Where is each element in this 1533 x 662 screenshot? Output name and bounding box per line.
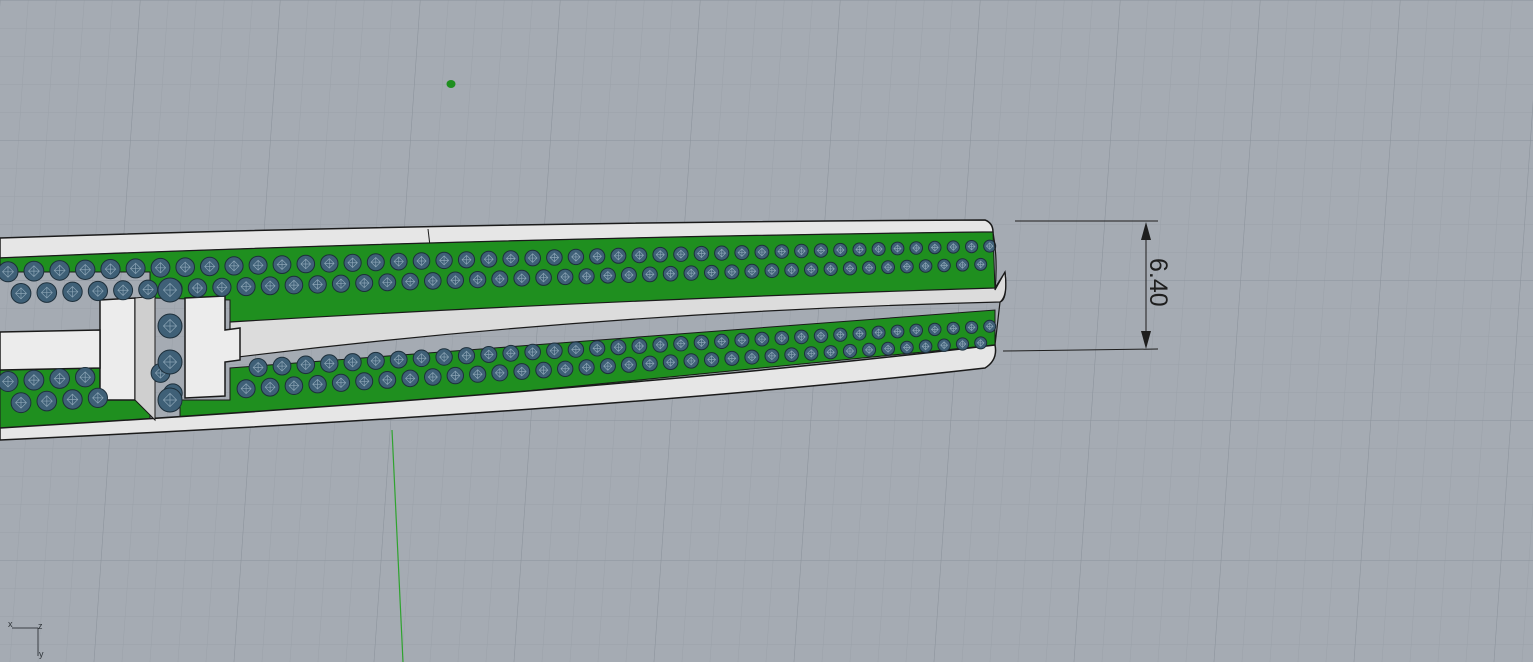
h-cutout-side-face <box>134 295 156 422</box>
axis-z-label: z <box>38 621 43 631</box>
green-point-marker[interactable] <box>446 80 456 88</box>
h-cutout-bar[interactable] <box>0 329 101 371</box>
axis-x-label: x <box>8 619 13 629</box>
axis-widget: x z y <box>4 616 52 662</box>
dimension-value-text[interactable]: 6.40 <box>1144 258 1172 307</box>
perspective-viewport[interactable]: 6.40 x z y <box>0 0 1533 662</box>
h-cutout-left-post[interactable] <box>99 297 136 401</box>
axis-y-label: y <box>39 649 44 659</box>
viewport-scene[interactable]: 6.40 <box>0 0 1533 662</box>
